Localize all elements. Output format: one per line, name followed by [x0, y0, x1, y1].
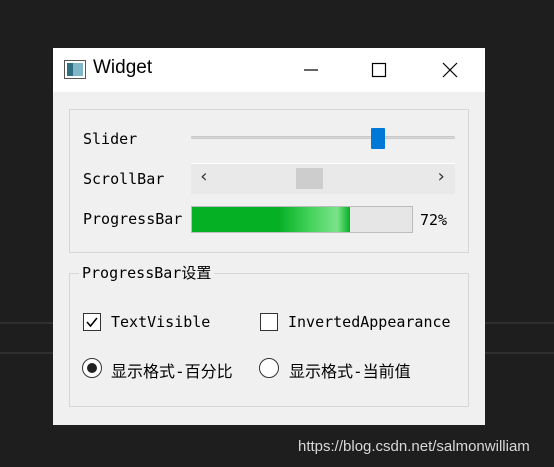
minimize-button[interactable]: [281, 48, 341, 92]
progressbar-label: ProgressBar: [83, 210, 183, 228]
check-icon: [86, 317, 98, 328]
widget-window: Widget Slider ScrollBar ‹ › ProgressBar …: [53, 48, 485, 425]
window-title: Widget: [93, 57, 153, 78]
title-bar: Widget: [53, 48, 485, 92]
progress-fill: [192, 207, 351, 232]
scrollbar-thumb[interactable]: [295, 168, 323, 189]
invertedappearance-label[interactable]: InvertedAppearance: [288, 313, 451, 331]
settings-group-title: ProgressBar设置: [79, 262, 215, 283]
close-button[interactable]: [423, 48, 483, 92]
scroll-right-icon[interactable]: ›: [430, 166, 452, 188]
format-current-radio[interactable]: [259, 358, 279, 378]
textvisible-checkbox[interactable]: [83, 313, 101, 331]
progress-bar: [191, 206, 413, 233]
minimize-icon: [304, 69, 318, 71]
maximize-icon: [371, 62, 387, 78]
close-icon: [442, 62, 458, 78]
progressbar-settings-group: [69, 273, 469, 407]
app-icon: [64, 60, 86, 79]
slider-label: Slider: [83, 130, 138, 148]
slider-handle[interactable]: [371, 128, 385, 149]
maximize-button[interactable]: [349, 48, 409, 92]
scroll-left-icon[interactable]: ‹: [193, 166, 215, 188]
format-percent-radio[interactable]: [82, 358, 102, 378]
radio-selected-dot: [87, 363, 97, 373]
format-percent-label[interactable]: 显示格式-百分比: [111, 358, 233, 382]
textvisible-label[interactable]: TextVisible: [111, 313, 210, 331]
watermark-url: https://blog.csdn.net/salmonwilliam: [298, 438, 530, 455]
scrollbar-track[interactable]: [191, 163, 455, 194]
format-current-label[interactable]: 显示格式-当前值: [289, 358, 411, 382]
progress-text: 72%: [420, 211, 448, 229]
scrollbar-label: ScrollBar: [83, 170, 165, 188]
invertedappearance-checkbox[interactable]: [260, 313, 278, 331]
slider-groove[interactable]: [191, 136, 455, 139]
